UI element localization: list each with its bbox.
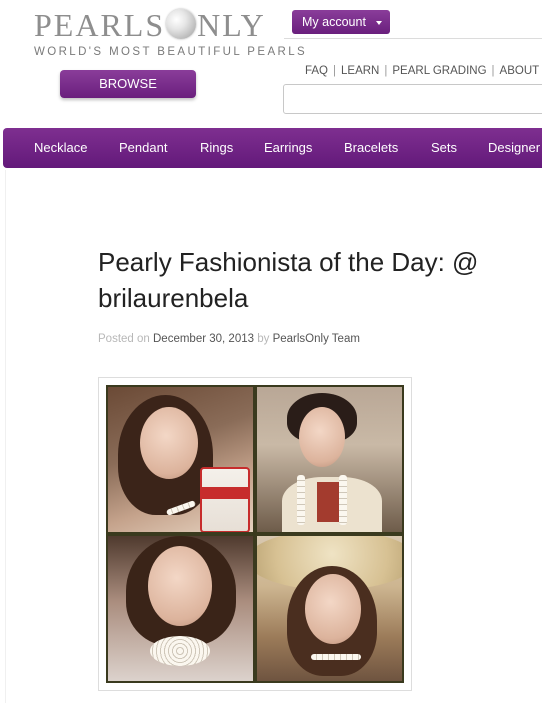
- nav-bracelets[interactable]: Bracelets: [344, 128, 398, 168]
- face-shape: [305, 574, 361, 644]
- collage-photo-3: [108, 536, 253, 681]
- nav-necklace[interactable]: Necklace: [34, 128, 87, 168]
- pearl-strand: [297, 475, 305, 525]
- link-faq[interactable]: FAQ: [305, 65, 328, 77]
- collage-photo-4: [257, 536, 402, 681]
- nav-earrings[interactable]: Earrings: [264, 128, 312, 168]
- pearl-necklace: [311, 654, 361, 660]
- nav-rings[interactable]: Rings: [200, 128, 233, 168]
- pearl-icon: [166, 9, 197, 39]
- post-meta: Posted on December 30, 2013 by PearlsOnl…: [98, 333, 360, 345]
- collage-photo-1: [108, 387, 253, 532]
- cup-shape: [200, 467, 250, 532]
- search-input[interactable]: [283, 84, 542, 114]
- nav-pendant[interactable]: Pendant: [119, 128, 167, 168]
- post-photo-collage[interactable]: [106, 385, 404, 683]
- logo-tagline: WORLD'S MOST BEAUTIFUL PEARLS: [34, 46, 308, 58]
- link-about-us[interactable]: ABOUT US: [500, 65, 542, 77]
- main-nav: Necklace Pendant Rings Earrings Bracelet…: [3, 128, 542, 168]
- top-links: FAQ|LEARN|PEARL GRADING|ABOUT US: [305, 65, 542, 77]
- site-logo[interactable]: PEARLS NLY WORLD'S MOST BEAUTIFUL PEARLS: [34, 7, 308, 63]
- header-divider: [284, 38, 542, 39]
- post-title[interactable]: Pearly Fashionista of the Day: @ brilaur…: [98, 244, 528, 316]
- face-shape: [140, 407, 198, 479]
- collage-photo-2: [257, 387, 402, 532]
- pearl-necklace: [150, 636, 210, 666]
- posted-on-label: Posted on: [98, 333, 150, 345]
- nav-designer[interactable]: Designer: [488, 128, 540, 168]
- link-learn[interactable]: LEARN: [341, 65, 379, 77]
- logo-wordmark: PEARLS NLY: [34, 7, 266, 43]
- my-account-label: My account: [302, 15, 366, 29]
- cup-stripe: [202, 487, 248, 499]
- site-header: PEARLS NLY WORLD'S MOST BEAUTIFUL PEARLS …: [0, 0, 542, 128]
- by-label: by: [257, 333, 270, 345]
- link-pearl-grading[interactable]: PEARL GRADING: [392, 65, 486, 77]
- post-image-frame: [98, 377, 412, 691]
- post-date[interactable]: December 30, 2013: [153, 333, 254, 345]
- pearl-strand: [339, 475, 347, 525]
- face-shape: [299, 407, 345, 467]
- face-shape: [148, 546, 212, 626]
- post-author[interactable]: PearlsOnly Team: [273, 333, 360, 345]
- caret-down-icon: [376, 21, 382, 25]
- my-account-button[interactable]: My account: [292, 10, 390, 34]
- browse-button[interactable]: BROWSE: [60, 70, 196, 98]
- nav-sets[interactable]: Sets: [431, 128, 457, 168]
